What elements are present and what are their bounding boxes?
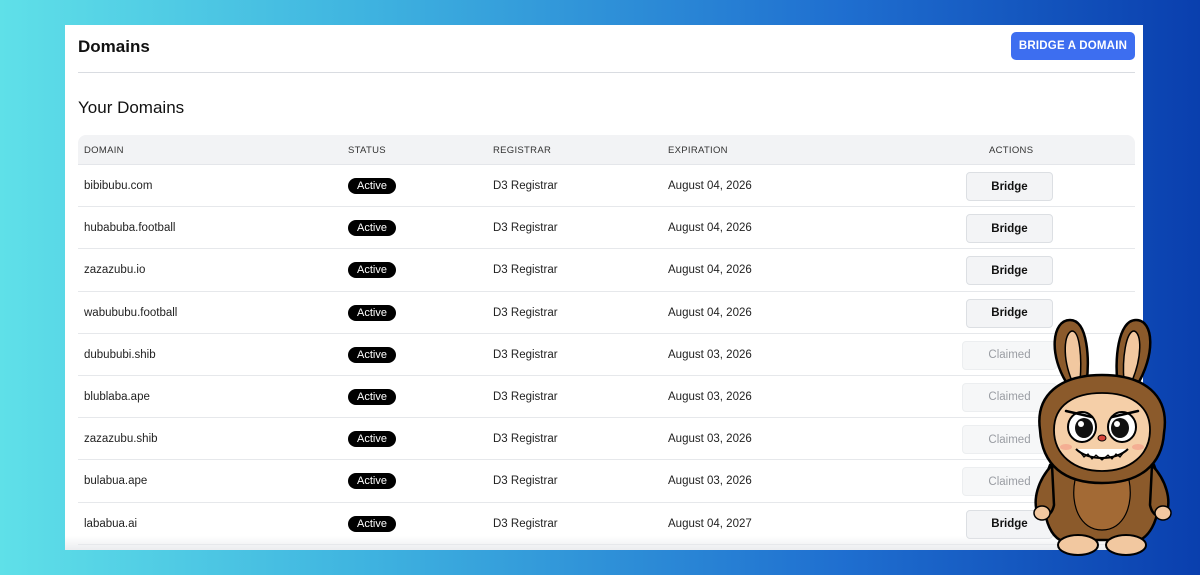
status-badge: Active — [348, 515, 396, 532]
status-badge: Active — [348, 220, 396, 237]
bridge-a-domain-button[interactable]: BRIDGE A DOMAIN — [1011, 32, 1135, 60]
status-badge: Active — [348, 346, 396, 363]
status-badge: Active — [348, 473, 396, 490]
table-row: blublaba.ape Active D3 Registrar August 03,… — [78, 376, 1135, 419]
domain-name: lababua.ai — [84, 517, 138, 530]
domain-name: hubabuba.football — [84, 222, 176, 235]
expiration-date: August 04, 2026 — [668, 306, 752, 319]
expiration-date: August 04, 2026 — [668, 180, 752, 192]
domain-name: dubububi.shib — [84, 348, 156, 361]
expiration-date: August 03, 2026 — [668, 390, 752, 403]
column-header-registrar: REGISTRAR — [493, 145, 552, 156]
table-header: DOMAIN STATUS REGISTRAR EXPIRATION ACTIO… — [78, 135, 1135, 165]
section-title: Your Domains — [78, 98, 185, 117]
domain-name: bibibubu.com — [84, 180, 153, 192]
expiration-date: August 04, 2026 — [668, 222, 752, 235]
table-row: dubububi.shib Active D3 Registrar August 03… — [78, 334, 1135, 376]
bridge-button[interactable]: Bridge — [966, 214, 1053, 244]
domain-name: bulabua.ape — [84, 475, 148, 488]
status-badge: Active — [348, 431, 396, 448]
registrar: D3 Registrar — [493, 180, 558, 192]
table-row: bulabua.ape Active D3 Registrar August 03, … — [78, 460, 1135, 503]
registrar: D3 Registrar — [493, 264, 558, 277]
domain-name: zazazubu.io — [84, 264, 146, 277]
domain-name: blublaba.ape — [84, 390, 150, 403]
column-header-expiration: EXPIRATION — [668, 145, 728, 156]
registrar: D3 Registrar — [493, 517, 558, 530]
status-badge: Active — [348, 178, 396, 194]
status-badge: Active — [348, 304, 396, 321]
header: Domains BRIDGE A DOMAIN — [78, 25, 1135, 73]
domains-panel: Domains BRIDGE A DOMAIN Your Domains DOM… — [65, 25, 1143, 550]
domain-name: zazazubu.shib — [84, 433, 158, 446]
domains-table: DOMAIN STATUS REGISTRAR EXPIRATION ACTIO… — [78, 135, 1135, 545]
registrar: D3 Registrar — [493, 390, 558, 403]
bridge-button[interactable]: Bridge — [966, 256, 1053, 286]
registrar: D3 Registrar — [493, 433, 558, 446]
table-body: bibibubu.com Active D3 Registrar August 04,… — [78, 165, 1135, 545]
scroll-fade — [65, 536, 1143, 550]
registrar: D3 Registrar — [493, 348, 558, 361]
status-badge: Active — [348, 388, 396, 405]
column-header-domain: DOMAIN — [84, 145, 124, 156]
registrar: D3 Registrar — [493, 222, 558, 235]
expiration-date: August 03, 2026 — [668, 475, 752, 488]
column-header-status: STATUS — [348, 145, 386, 156]
registrar: D3 Registrar — [493, 306, 558, 319]
bridge-button[interactable]: Bridge — [966, 172, 1053, 201]
expiration-date: August 03, 2026 — [668, 348, 752, 361]
domain-name: wabububu.football — [84, 306, 178, 319]
table-row: zazazubu.io Active D3 Registrar August 04, … — [78, 249, 1135, 292]
expiration-date: August 04, 2026 — [668, 264, 752, 277]
table-row: zazazubu.shib Active D3 Registrar August 03… — [78, 418, 1135, 461]
column-header-actions: ACTIONS — [989, 145, 1034, 156]
page-title: Domains — [78, 37, 150, 56]
furry-monster-icon — [1033, 318, 1172, 556]
table-row: wabububu.football Active D3 Registrar Augus… — [78, 292, 1135, 334]
expiration-date: August 04, 2027 — [668, 517, 752, 530]
table-row: hubabuba.football Active D3 Registrar Augus… — [78, 207, 1135, 250]
registrar: D3 Registrar — [493, 475, 558, 488]
status-badge: Active — [348, 262, 396, 279]
table-row: bibibubu.com Active D3 Registrar August 04,… — [78, 165, 1135, 208]
expiration-date: August 03, 2026 — [668, 433, 752, 446]
